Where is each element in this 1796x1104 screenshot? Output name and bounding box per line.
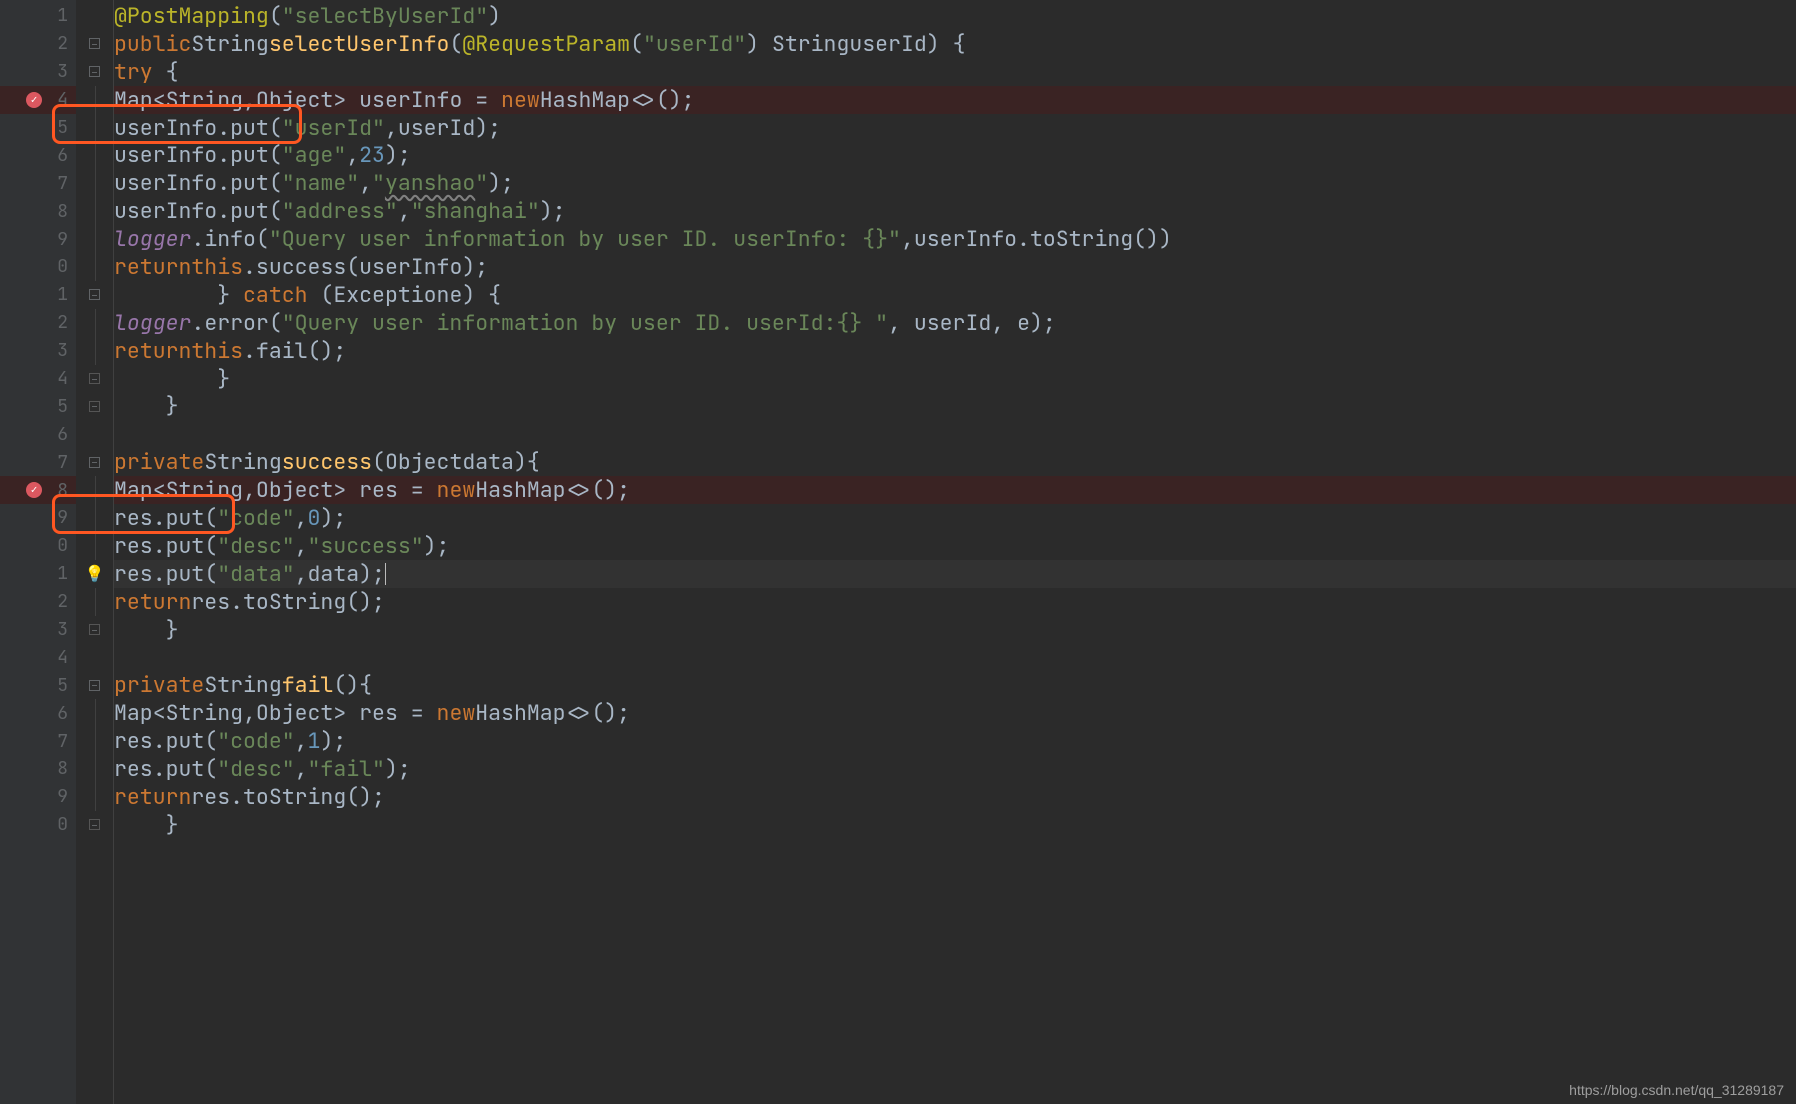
fold-close-icon[interactable]: [89, 373, 100, 384]
code-line[interactable]: return res.toString();: [114, 783, 1796, 811]
fold-toggle-icon[interactable]: [89, 680, 100, 691]
breakpoint-line[interactable]: 8: [0, 476, 76, 504]
code-line[interactable]: [114, 643, 1796, 671]
code-line[interactable]: userInfo.put("age",23);: [114, 141, 1796, 169]
code-line[interactable]: }: [114, 616, 1796, 644]
line-number[interactable]: 3: [0, 616, 76, 644]
code-line[interactable]: Map<String,Object> res = new HashMap<>()…: [114, 699, 1796, 727]
code-line[interactable]: res.put("code",1);: [114, 727, 1796, 755]
breakpoint-line[interactable]: 4: [0, 86, 76, 114]
line-number[interactable]: 6: [0, 141, 76, 169]
line-number[interactable]: 8: [0, 197, 76, 225]
code-line[interactable]: Map<String,Object> userInfo = new HashMa…: [114, 86, 1796, 114]
breakpoint-icon[interactable]: [26, 482, 42, 498]
code-line[interactable]: logger.error("Query user information by …: [114, 309, 1796, 337]
fold-toggle-icon[interactable]: [89, 66, 100, 77]
line-number[interactable]: 9: [0, 225, 76, 253]
fold-close-icon[interactable]: [89, 819, 100, 830]
line-number[interactable]: 1: [0, 2, 76, 30]
code-line[interactable]: userInfo.put("userId",userId);: [114, 114, 1796, 142]
code-line[interactable]: try {: [114, 58, 1796, 86]
code-line[interactable]: res.put("data",data);: [114, 560, 1796, 588]
code-line[interactable]: return res.toString();: [114, 588, 1796, 616]
line-number[interactable]: 6: [0, 420, 76, 448]
fold-close-icon[interactable]: [89, 401, 100, 412]
line-number[interactable]: 5: [0, 392, 76, 420]
line-number[interactable]: 7: [0, 727, 76, 755]
line-number[interactable]: 4: [0, 643, 76, 671]
code-line[interactable]: res.put("code",0);: [114, 504, 1796, 532]
line-number[interactable]: 3: [0, 58, 76, 86]
code-line[interactable]: userInfo.put("address","shanghai");: [114, 197, 1796, 225]
line-number[interactable]: 9: [0, 504, 76, 532]
fold-gutter[interactable]: 💡: [76, 0, 114, 1104]
line-number[interactable]: 2: [0, 588, 76, 616]
code-line[interactable]: private String fail(){: [114, 671, 1796, 699]
code-line[interactable]: private String success(Object data){: [114, 448, 1796, 476]
line-number[interactable]: 2: [0, 309, 76, 337]
code-line[interactable]: @PostMapping("selectByUserId"): [114, 2, 1796, 30]
code-line[interactable]: Map<String,Object> res = new HashMap<>()…: [114, 476, 1796, 504]
code-editor[interactable]: 1 2 3 4 5 6 7 8 9 0 1 2 3 4 5 6 7 8 9 0 …: [0, 0, 1796, 1104]
line-number[interactable]: 7: [0, 448, 76, 476]
line-number[interactable]: 0: [0, 811, 76, 839]
code-line[interactable]: }: [114, 811, 1796, 839]
line-number[interactable]: 0: [0, 532, 76, 560]
fold-toggle-icon[interactable]: [89, 38, 100, 49]
code-line[interactable]: return this.success(userInfo);: [114, 253, 1796, 281]
watermark-text: https://blog.csdn.net/qq_31289187: [1569, 1082, 1784, 1098]
line-number-gutter[interactable]: 1 2 3 4 5 6 7 8 9 0 1 2 3 4 5 6 7 8 9 0 …: [0, 0, 76, 1104]
code-area[interactable]: @PostMapping("selectByUserId") public St…: [114, 0, 1796, 1104]
code-line[interactable]: } catch (Exception e) {: [114, 281, 1796, 309]
line-number[interactable]: 7: [0, 169, 76, 197]
line-number[interactable]: 5: [0, 114, 76, 142]
line-number[interactable]: 6: [0, 699, 76, 727]
line-number[interactable]: 4: [0, 365, 76, 393]
code-line[interactable]: public String selectUserInfo(@RequestPar…: [114, 30, 1796, 58]
code-line[interactable]: }: [114, 392, 1796, 420]
code-line[interactable]: [114, 420, 1796, 448]
line-number[interactable]: 0: [0, 253, 76, 281]
code-line[interactable]: return this.fail();: [114, 337, 1796, 365]
line-number[interactable]: 5: [0, 671, 76, 699]
code-line[interactable]: res.put("desc","success");: [114, 532, 1796, 560]
intention-bulb-icon[interactable]: 💡: [85, 563, 105, 584]
line-number[interactable]: 9: [0, 783, 76, 811]
code-line[interactable]: }: [114, 365, 1796, 393]
breakpoint-icon[interactable]: [26, 92, 42, 108]
line-number[interactable]: 1: [0, 560, 76, 588]
line-number[interactable]: 8: [0, 755, 76, 783]
text-caret: [385, 563, 386, 585]
fold-close-icon[interactable]: [89, 624, 100, 635]
code-line[interactable]: res.put("desc","fail");: [114, 755, 1796, 783]
fold-toggle-icon[interactable]: [89, 457, 100, 468]
fold-toggle-icon[interactable]: [89, 289, 100, 300]
code-line[interactable]: userInfo.put("name","yanshao");: [114, 169, 1796, 197]
line-number[interactable]: 2: [0, 30, 76, 58]
line-number[interactable]: 1: [0, 281, 76, 309]
code-line[interactable]: logger.info("Query user information by u…: [114, 225, 1796, 253]
line-number[interactable]: 3: [0, 337, 76, 365]
